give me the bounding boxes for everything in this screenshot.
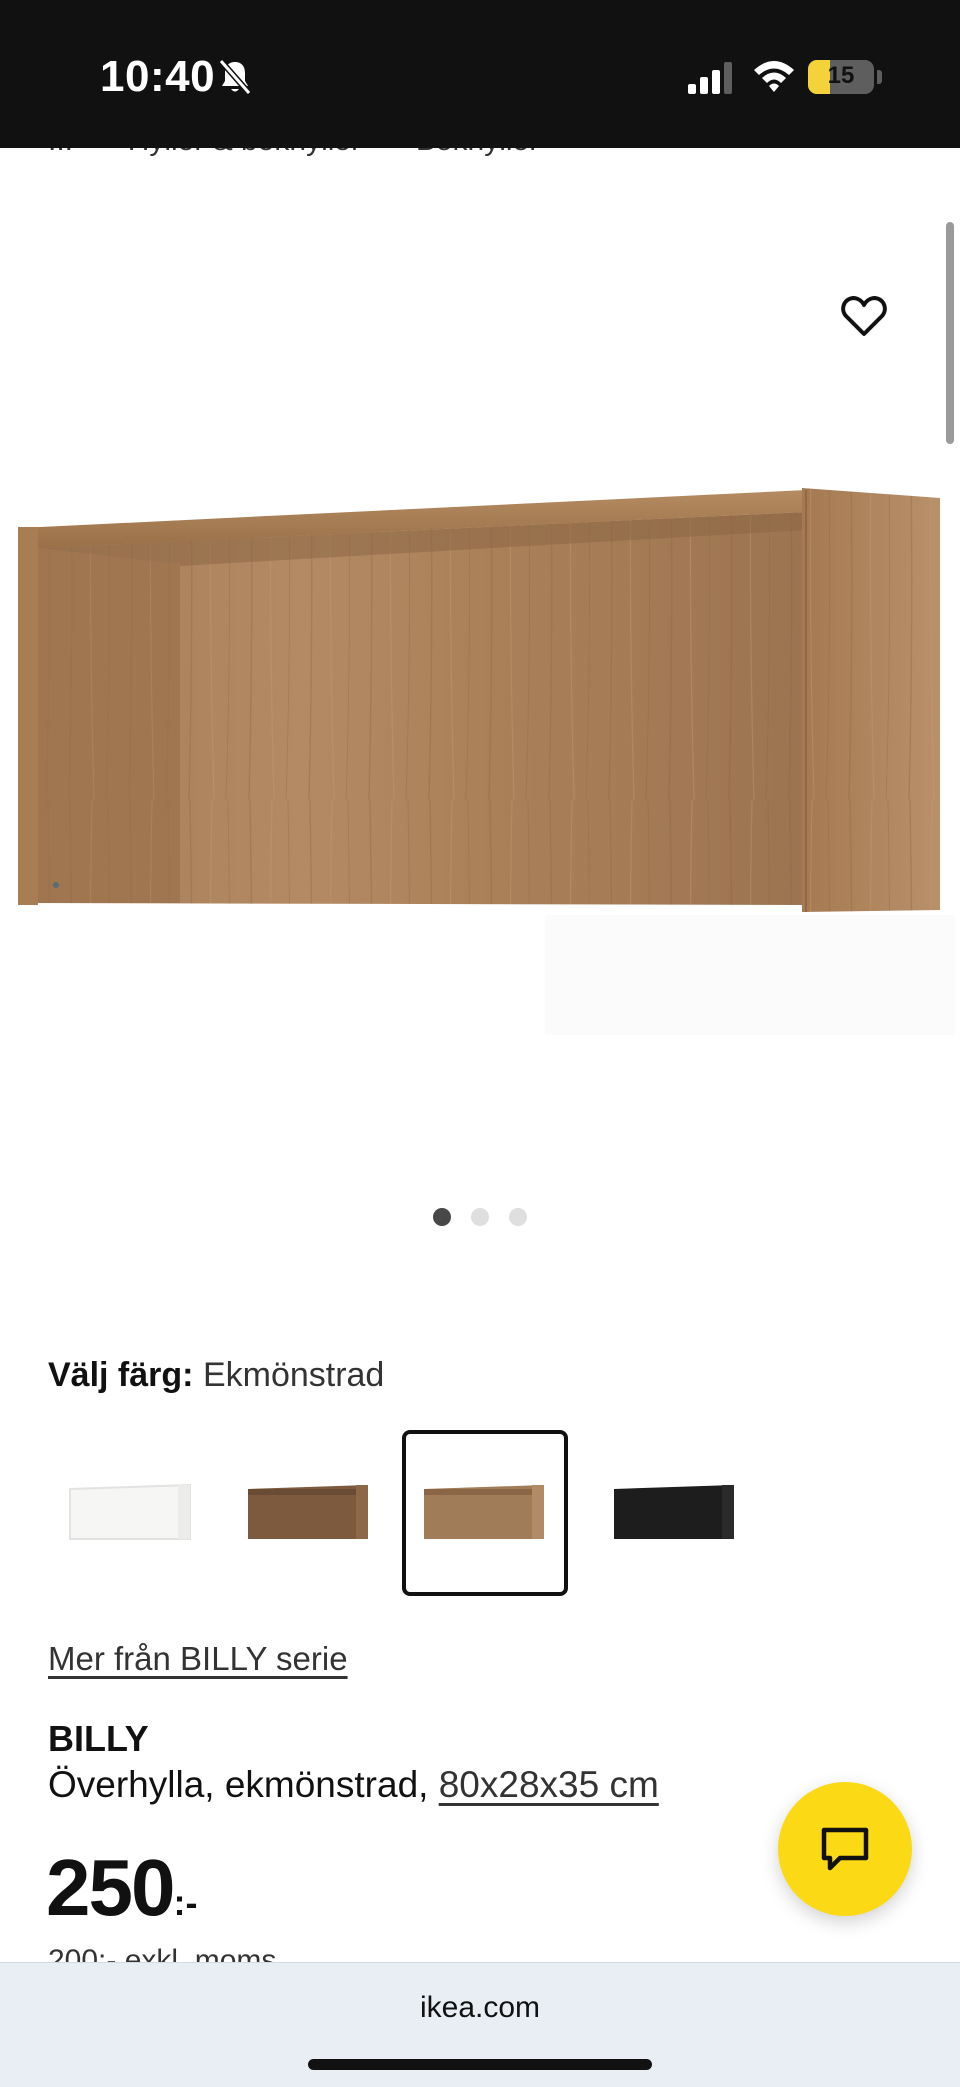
swatch-brown-walnut[interactable] <box>226 1430 392 1596</box>
product-measure-link[interactable]: 80x28x35 cm <box>439 1764 659 1805</box>
battery-level: 15 <box>827 62 855 89</box>
url-text[interactable]: ikea.com <box>0 1991 960 2025</box>
home-indicator[interactable] <box>308 2059 652 2070</box>
product-description: Överhylla, ekmönstrad, 80x28x35 cm <box>48 1764 659 1806</box>
swatch-oak-effect[interactable] <box>402 1430 568 1596</box>
swatch-white[interactable] <box>48 1430 214 1596</box>
swatch-white-image <box>69 1483 191 1540</box>
color-select-title: Välj färg: <box>48 1356 194 1394</box>
swatch-black-image <box>614 1485 734 1539</box>
price-value: 250 <box>46 1843 175 1932</box>
browser-url-bar[interactable]: ikea.com <box>0 1962 960 2087</box>
chat-bubble-icon <box>821 1827 869 1871</box>
wifi-icon <box>754 61 794 92</box>
product-description-text: Överhylla, ekmönstrad, <box>48 1764 429 1805</box>
battery-icon: 15 <box>808 60 874 94</box>
product-image[interactable] <box>0 150 960 1150</box>
status-time: 10:40 <box>100 52 216 101</box>
battery-tip <box>877 70 882 84</box>
product-name: BILLY <box>48 1718 149 1759</box>
carousel-dot-1[interactable] <box>433 1208 451 1226</box>
bell-slash-icon <box>218 59 252 95</box>
status-bar: 10:40 15 <box>0 0 960 148</box>
heart-icon <box>841 296 887 336</box>
swatch-black[interactable] <box>592 1430 758 1596</box>
product-price: 250:- <box>46 1842 197 1934</box>
carousel-dot-2[interactable] <box>471 1208 489 1226</box>
carousel-dot-3[interactable] <box>509 1208 527 1226</box>
carousel-dots <box>0 1208 960 1226</box>
product-page: ... › Hyllor & bokhyllor › Bokhyllor 10:… <box>0 0 960 2087</box>
swatch-oak-effect-image <box>424 1485 544 1539</box>
color-select-label: Välj färg: Ekmönstrad <box>48 1356 384 1395</box>
chat-button[interactable] <box>778 1782 912 1916</box>
favorite-button[interactable] <box>834 286 894 346</box>
signal-icon <box>688 62 732 94</box>
swatch-brown-walnut-image <box>248 1485 368 1539</box>
price-suffix: :- <box>173 1882 198 1923</box>
color-select-value: Ekmönstrad <box>202 1356 385 1394</box>
series-link[interactable]: Mer från BILLY serie <box>48 1640 348 1678</box>
